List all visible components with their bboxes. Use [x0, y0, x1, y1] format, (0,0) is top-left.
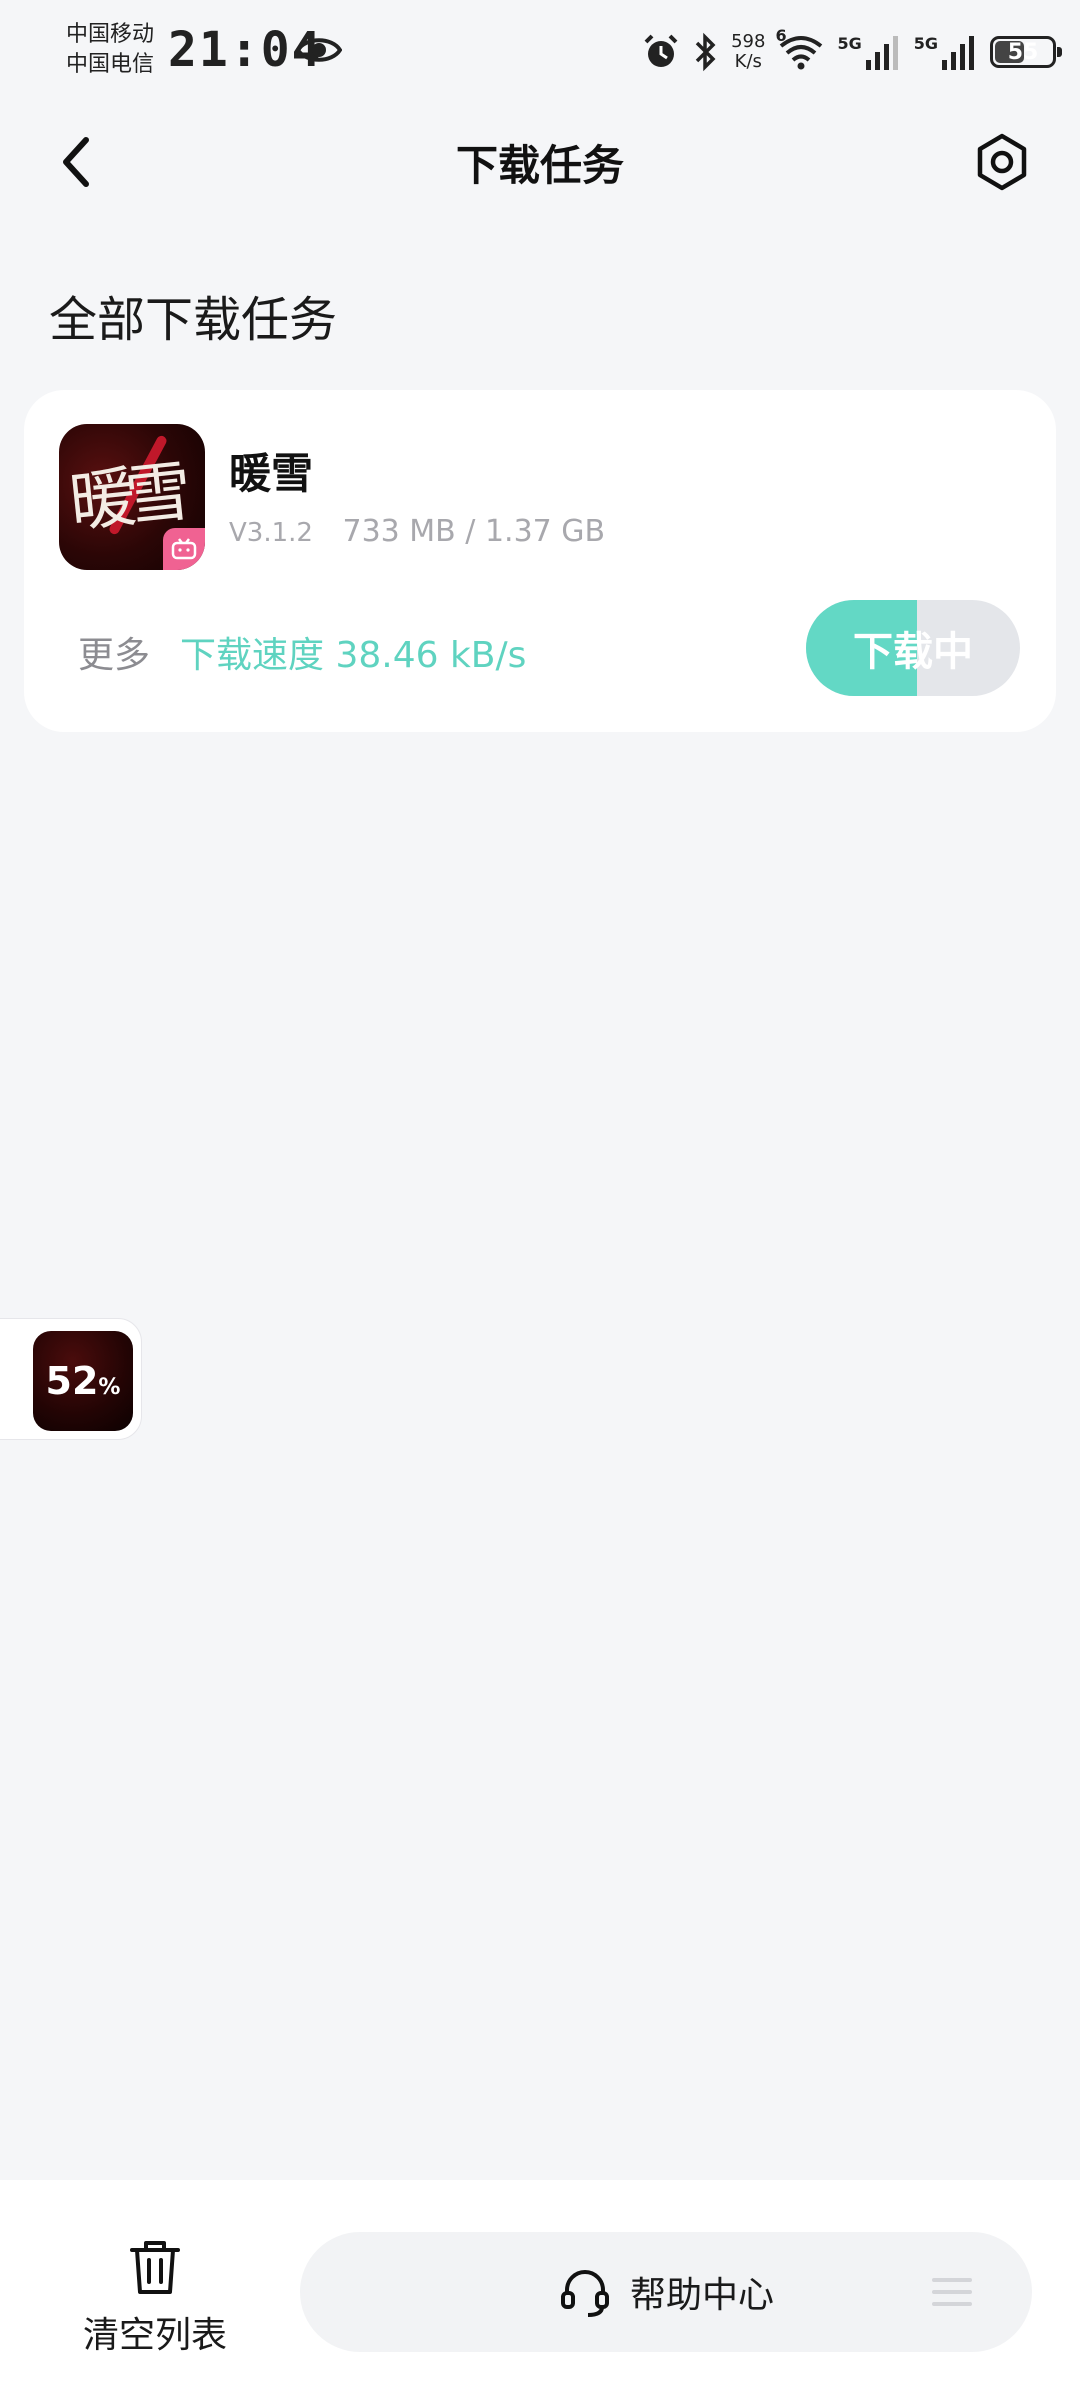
battery-icon: 55 — [990, 36, 1062, 68]
eye-icon — [296, 38, 342, 62]
status-bar: 中国移动 中国电信 21:04 598 K/s 6 5G 5G 55 — [0, 0, 1080, 110]
help-center-label: 帮助中心 — [629, 2275, 774, 2316]
clear-list-button[interactable]: 清空列表 — [70, 2236, 240, 2366]
floating-progress-sign: % — [98, 1375, 121, 1400]
more-button[interactable]: 更多 — [78, 626, 150, 678]
battery-level: 55 — [1007, 39, 1039, 65]
app-version: V3.1.2 — [229, 518, 313, 548]
sim1-tag: 5G — [837, 34, 862, 53]
wifi-icon: 6 — [775, 26, 825, 72]
download-status-button[interactable]: 下载中 — [806, 600, 1020, 696]
floating-progress-value: 52 — [45, 1359, 99, 1403]
trash-icon — [130, 2241, 180, 2294]
menu-icon[interactable] — [932, 2272, 972, 2312]
help-center-button[interactable]: 帮助中心 — [300, 2232, 1032, 2352]
sim2-tag: 5G — [913, 34, 938, 53]
header: 下载任务 — [0, 110, 1080, 214]
settings-button[interactable] — [968, 128, 1036, 196]
clear-list-label: 清空列表 — [82, 2315, 227, 2356]
carrier-1: 中国移动 — [66, 22, 155, 47]
download-size: 733 MB / 1.37 GB — [342, 514, 606, 549]
download-task-card[interactable]: 暖雪 暖雪 V3.1.2 733 MB / 1.37 GB 更多 下载速度 38… — [24, 390, 1056, 732]
net-speed-unit: K/s — [734, 51, 762, 72]
page-title: 下载任务 — [455, 141, 624, 190]
bottom-bar: 清空列表 帮助中心 — [0, 2180, 1080, 2400]
hexagon-settings-icon — [977, 133, 1027, 191]
signal-sim2: 5G — [914, 34, 978, 70]
alarm-icon — [641, 32, 681, 72]
bilibili-badge-icon — [163, 528, 205, 570]
bluetooth-icon — [693, 32, 719, 72]
status-icons: 598 K/s 6 5G 5G 55 — [641, 22, 1062, 82]
download-status-label: 下载中 — [853, 629, 973, 675]
floating-progress-text: 52% — [46, 1359, 121, 1403]
signal-icon — [865, 36, 898, 70]
app-name: 暖雪 — [229, 449, 314, 498]
signal-icon — [942, 36, 974, 70]
floating-app-icon: 52% — [33, 1331, 133, 1431]
headset-icon — [560, 2270, 609, 2317]
floating-download-widget[interactable]: 52% — [0, 1318, 142, 1440]
wifi-tag: 6 — [775, 26, 787, 45]
carrier-2: 中国电信 — [66, 52, 155, 77]
app-icon: 暖雪 — [59, 424, 205, 570]
carrier-info: 中国移动 中国电信 — [66, 20, 154, 80]
net-speed: 598 K/s — [731, 32, 765, 72]
signal-sim1: 5G — [837, 34, 901, 70]
net-speed-value: 598 — [731, 31, 766, 52]
app-meta: V3.1.2 733 MB / 1.37 GB — [229, 514, 605, 549]
section-title: 全部下载任务 — [49, 292, 338, 348]
download-speed: 下载速度 38.46 kB/s — [180, 635, 527, 676]
